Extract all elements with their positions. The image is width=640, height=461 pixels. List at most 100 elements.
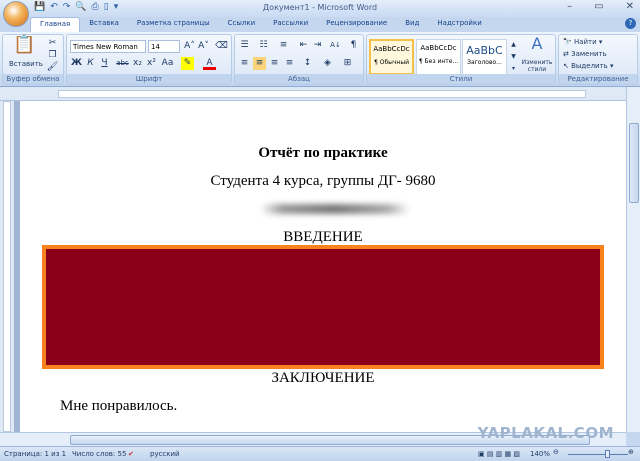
save-icon[interactable]: 💾 bbox=[34, 2, 45, 12]
office-button[interactable] bbox=[3, 1, 29, 27]
italic-button[interactable]: К bbox=[84, 57, 97, 70]
font-color-button[interactable]: A bbox=[203, 57, 216, 70]
tab-page-layout[interactable]: Разметка страницы bbox=[128, 17, 219, 32]
zoom-out-icon[interactable]: ⊖ bbox=[553, 448, 559, 456]
tab-home[interactable]: Главная bbox=[30, 17, 81, 32]
page-count[interactable]: Страница: 1 из 1 bbox=[4, 450, 66, 458]
font-size-select[interactable]: 14 bbox=[148, 40, 180, 53]
find-button[interactable]: 🔭 Найти ▾ bbox=[563, 38, 602, 46]
style-normal[interactable]: AaBbCcDc ¶ Обычный bbox=[369, 39, 414, 75]
vertical-scrollbar[interactable] bbox=[626, 87, 640, 432]
document-page[interactable]: Отчёт по практике Студента 4 курса, груп… bbox=[20, 101, 626, 432]
decrease-indent-icon[interactable]: ⇤ bbox=[297, 39, 310, 52]
align-center-icon[interactable]: ≡ bbox=[253, 57, 266, 70]
increase-indent-icon[interactable]: ⇥ bbox=[311, 39, 324, 52]
intro-heading: ВВЕДЕНИЕ bbox=[283, 229, 363, 245]
replace-label: Заменить bbox=[571, 50, 607, 58]
tab-insert[interactable]: Вставка bbox=[80, 17, 128, 32]
select-label: Выделить bbox=[571, 62, 608, 70]
show-marks-button[interactable]: ¶ bbox=[347, 39, 360, 52]
proofing-icon[interactable]: ✔ bbox=[128, 450, 134, 458]
justify-icon[interactable]: ≡ bbox=[283, 57, 296, 70]
superscript-button[interactable]: x² bbox=[145, 57, 158, 70]
style-preview: AaBbC bbox=[466, 44, 503, 57]
strikethrough-button[interactable]: abc bbox=[116, 57, 129, 70]
style-name: ¶ Без инте... bbox=[418, 58, 459, 65]
align-left-icon[interactable]: ≡ bbox=[238, 57, 251, 70]
quick-access-toolbar: 💾 ↶ ↷ 🔍 ⎙ ▯ ▾ bbox=[34, 2, 118, 12]
change-case-button[interactable]: Aa bbox=[161, 57, 174, 70]
style-preview: AaBbCcDc bbox=[420, 44, 457, 52]
highlight-icon[interactable]: ✎ bbox=[181, 57, 194, 70]
minimize-button[interactable]: – bbox=[567, 1, 572, 12]
group-clipboard: 📋 Вставить ✂ ❐ 🖌 Буфер обмена bbox=[2, 34, 64, 85]
view-buttons[interactable]: ▣ ▤ ▥ ▦ ▧ bbox=[478, 450, 520, 458]
help-icon[interactable]: ? bbox=[625, 18, 636, 29]
close-button[interactable]: ✕ bbox=[626, 1, 634, 12]
zoom-slider[interactable] bbox=[568, 454, 628, 455]
underline-button[interactable]: Ч bbox=[98, 57, 111, 70]
change-styles-button[interactable]: Изменить стили bbox=[519, 59, 555, 73]
borders-icon[interactable]: ⊞ bbox=[341, 57, 354, 70]
tab-review[interactable]: Рецензирование bbox=[317, 17, 396, 32]
vertical-scroll-thumb[interactable] bbox=[629, 123, 639, 203]
zoom-slider-thumb[interactable] bbox=[605, 450, 610, 458]
group-label: Буфер обмена bbox=[3, 74, 63, 84]
bold-button[interactable]: Ж bbox=[70, 57, 83, 70]
bullets-icon[interactable]: ☰ bbox=[238, 39, 251, 52]
watermark: YAPLAKAL.COM bbox=[477, 424, 614, 442]
style-no-spacing[interactable]: AaBbCcDc ¶ Без инте... bbox=[416, 39, 461, 75]
format-painter-icon[interactable]: 🖌 bbox=[46, 61, 59, 74]
tab-addins[interactable]: Надстройки bbox=[428, 17, 490, 32]
sort-button[interactable]: А↓ bbox=[329, 39, 342, 52]
vertical-ruler[interactable] bbox=[0, 101, 14, 432]
ribbon: 📋 Вставить ✂ ❐ 🖌 Буфер обмена Times New … bbox=[0, 32, 640, 87]
language[interactable]: русский bbox=[150, 450, 180, 458]
document-area: Отчёт по практике Студента 4 курса, груп… bbox=[14, 101, 626, 432]
redacted-name bbox=[260, 204, 410, 214]
grow-font-button[interactable]: A˄ bbox=[183, 40, 196, 53]
zoom-in-icon[interactable]: ⊕ bbox=[628, 448, 634, 456]
horizontal-ruler[interactable] bbox=[0, 87, 626, 101]
tab-mailings[interactable]: Рассылки bbox=[264, 17, 317, 32]
line-spacing-icon[interactable]: ↕ bbox=[301, 57, 314, 70]
shading-icon[interactable]: ◈ bbox=[321, 57, 334, 70]
paste-icon[interactable]: 📋 bbox=[13, 36, 35, 60]
select-button[interactable]: ↖ Выделить ▾ bbox=[563, 62, 614, 70]
group-styles: AaBbCcDc ¶ Обычный AaBbCcDc ¶ Без инте... … bbox=[366, 34, 556, 85]
find-label: Найти bbox=[573, 38, 597, 46]
new-icon[interactable]: ▯ bbox=[104, 2, 109, 12]
print-icon[interactable]: ⎙ bbox=[92, 2, 99, 12]
replace-button[interactable]: ⇄ Заменить bbox=[563, 50, 607, 58]
group-editing: 🔭 Найти ▾ ⇄ Заменить ↖ Выделить ▾ Редакт… bbox=[558, 34, 638, 85]
word-count[interactable]: Число слов: 55 bbox=[72, 450, 126, 458]
style-heading[interactable]: AaBbC Заголово... bbox=[462, 39, 507, 75]
font-name-select[interactable]: Times New Roman bbox=[70, 40, 146, 53]
conclusion-heading: ЗАКЛЮЧЕНИЕ bbox=[271, 370, 375, 386]
customize-icon[interactable]: ▾ bbox=[114, 2, 119, 12]
zoom-level[interactable]: 140% bbox=[530, 450, 550, 458]
tab-references[interactable]: Ссылки bbox=[219, 17, 265, 32]
ribbon-tabs: Главная Вставка Разметка страницы Ссылки… bbox=[30, 17, 491, 32]
multilevel-list-icon[interactable]: ≡ bbox=[277, 39, 290, 52]
group-label: Шрифт bbox=[67, 74, 231, 84]
maximize-button[interactable]: ▭ bbox=[594, 1, 603, 12]
redo-icon[interactable]: ↷ bbox=[63, 2, 71, 12]
group-label: Стили bbox=[367, 74, 555, 84]
body-text: Мне понравилось. bbox=[60, 398, 178, 414]
group-label: Редактирование bbox=[559, 74, 637, 84]
numbering-icon[interactable]: ☷ bbox=[257, 39, 270, 52]
style-name: ¶ Обычный bbox=[374, 59, 409, 66]
group-paragraph: ☰ ☷ ≡ ⇤ ⇥ А↓ ¶ ≡ ≡ ≡ ≡ ↕ ◈ ⊞ Абзац bbox=[234, 34, 364, 85]
window-controls: – ▭ ✕ bbox=[567, 1, 634, 12]
subscript-button[interactable]: x₂ bbox=[131, 57, 144, 70]
change-styles-icon[interactable]: A bbox=[527, 36, 547, 57]
clear-format-icon[interactable]: ⌫ bbox=[215, 40, 228, 53]
print-preview-icon[interactable]: 🔍 bbox=[75, 2, 86, 12]
undo-icon[interactable]: ↶ bbox=[50, 2, 58, 12]
tab-view[interactable]: Вид bbox=[396, 17, 428, 32]
paste-button[interactable]: Вставить bbox=[9, 60, 43, 68]
align-right-icon[interactable]: ≡ bbox=[268, 57, 281, 70]
shrink-font-button[interactable]: A˅ bbox=[197, 40, 210, 53]
style-name: Заголово... bbox=[467, 59, 502, 66]
